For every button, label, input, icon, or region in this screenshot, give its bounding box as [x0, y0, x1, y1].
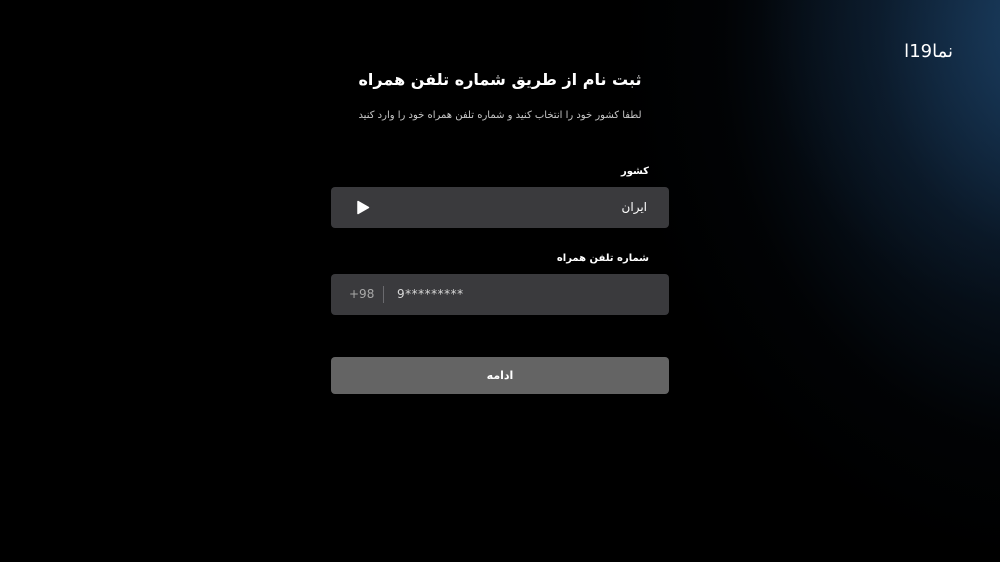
prefix-divider — [383, 286, 384, 303]
play-icon — [357, 200, 370, 215]
country-code-prefix: +98 — [349, 287, 375, 301]
phone-field: +98 — [331, 274, 669, 315]
country-label: کشور — [620, 166, 649, 177]
country-selected-value: ایران — [621, 200, 647, 214]
country-select[interactable]: ایران — [331, 187, 669, 228]
continue-button[interactable]: ادامه — [331, 357, 669, 394]
phone-input[interactable] — [397, 281, 647, 307]
page-title: ثبت نام از طریق شماره تلفن همراه — [358, 70, 642, 89]
brand-logo[interactable]: نما19ا — [904, 41, 953, 62]
phone-label: شماره تلفن همراه — [556, 253, 649, 264]
page-subtitle: لطفا کشور خود را انتخاب کنید و شماره تلف… — [358, 110, 642, 121]
